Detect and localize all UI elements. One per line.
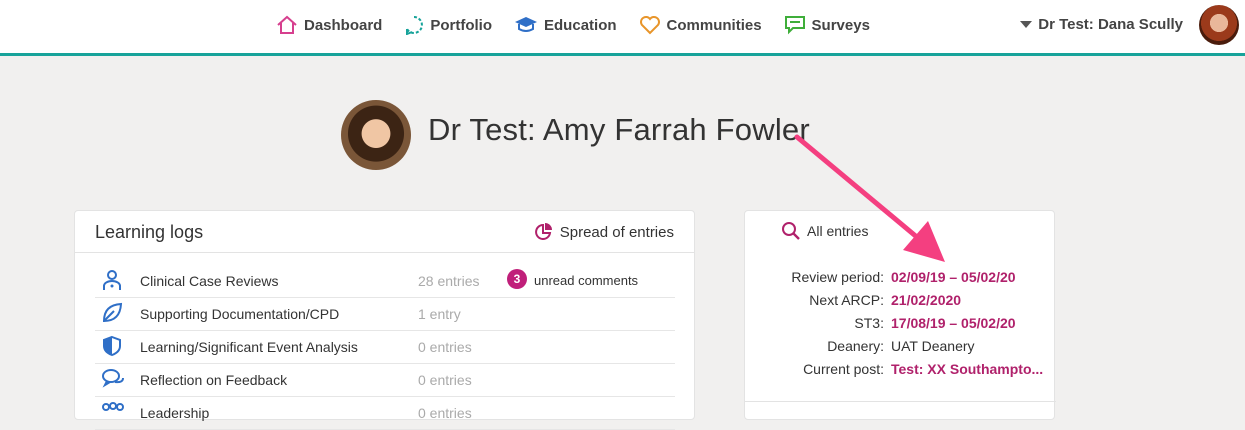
- log-count: 28 entries: [418, 273, 480, 289]
- info-key: Deanery:: [827, 338, 884, 354]
- log-label: Leadership: [140, 405, 210, 421]
- learning-logs-title: Learning logs: [95, 222, 204, 242]
- nav-education[interactable]: Education: [514, 16, 617, 34]
- deanery-row: Deanery: UAT Deanery: [745, 338, 1056, 356]
- top-navigation: Dashboard Portfolio Education Communitie…: [0, 0, 1245, 56]
- nav-education-label: Education: [544, 16, 617, 34]
- info-value[interactable]: 02/09/19 – 05/02/20: [891, 269, 1016, 285]
- main-nav: Dashboard Portfolio Education Communitie…: [276, 0, 892, 50]
- leaf-icon: [102, 302, 123, 323]
- spread-of-entries-button[interactable]: Spread of entries: [534, 222, 674, 242]
- doctor-icon: [103, 270, 121, 290]
- log-label: Learning/Significant Event Analysis: [140, 339, 358, 355]
- nav-dashboard-label: Dashboard: [304, 16, 383, 34]
- current-post-row: Current post: Test: XX Southampto...: [745, 361, 1056, 379]
- portfolio-info-card: All entries Review period: 02/09/19 – 05…: [744, 210, 1056, 420]
- st3-row: ST3: 17/08/19 – 05/02/20: [745, 315, 1056, 333]
- page-title: Dr Test: Amy Farrah Fowler: [428, 112, 810, 147]
- user-menu[interactable]: Dr Test: Dana Scully: [1020, 16, 1183, 33]
- nav-surveys-label: Surveys: [811, 16, 870, 34]
- log-count: 0 entries: [418, 372, 472, 388]
- log-label: Supporting Documentation/CPD: [140, 306, 340, 322]
- learning-logs-header: Learning logs Spread of entries: [75, 211, 694, 253]
- list-item[interactable]: Reflection on Feedback 0 entries: [95, 364, 675, 397]
- nav-dashboard[interactable]: Dashboard: [276, 15, 382, 35]
- user-avatar[interactable]: [1199, 5, 1239, 45]
- info-value[interactable]: Test: XX Southampto...: [891, 361, 1043, 377]
- list-item[interactable]: Learning/Significant Event Analysis 0 en…: [95, 331, 675, 364]
- all-entries-link[interactable]: All entries: [781, 221, 868, 241]
- learning-logs-list: Clinical Case Reviews 28 entries 3 unrea…: [95, 265, 675, 430]
- info-key: Review period:: [791, 269, 884, 285]
- chat-icon: [784, 16, 805, 35]
- info-value[interactable]: 21/02/2020: [891, 292, 961, 308]
- heart-icon: [639, 16, 660, 35]
- log-count: 1 entry: [418, 306, 461, 322]
- all-entries-label: All entries: [807, 223, 869, 239]
- list-item[interactable]: Supporting Documentation/CPD 1 entry: [95, 298, 675, 331]
- user-menu-label: Dr Test: Dana Scully: [1038, 16, 1183, 33]
- people-icon: [102, 402, 124, 411]
- home-icon: [277, 15, 297, 34]
- nav-portfolio-label: Portfolio: [430, 16, 493, 34]
- log-label: Clinical Case Reviews: [140, 273, 279, 289]
- nav-communities[interactable]: Communities: [639, 15, 762, 35]
- nav-portfolio[interactable]: Portfolio: [404, 15, 492, 35]
- divider: [745, 401, 1056, 402]
- log-count: 0 entries: [418, 339, 472, 355]
- unread-badge: 3: [507, 269, 527, 289]
- speech-bubbles-icon: [102, 369, 124, 388]
- next-arcp-row: Next ARCP: 21/02/2020: [745, 292, 1056, 310]
- spread-of-entries-label: Spread of entries: [559, 223, 674, 241]
- list-item[interactable]: Clinical Case Reviews 28 entries 3 unrea…: [95, 265, 675, 298]
- info-key: Next ARCP:: [809, 292, 884, 308]
- info-key: ST3:: [854, 315, 884, 331]
- review-period-row: Review period: 02/09/19 – 05/02/20: [745, 269, 1056, 287]
- list-item[interactable]: Leadership 0 entries: [95, 397, 675, 430]
- info-value[interactable]: 17/08/19 – 05/02/20: [891, 315, 1016, 331]
- caret-down-icon: [1020, 21, 1033, 28]
- learning-logs-card: Learning logs Spread of entries Clinical…: [74, 210, 695, 430]
- search-icon: [782, 222, 800, 240]
- portfolio-icon: [406, 16, 424, 35]
- info-key: Current post:: [803, 361, 884, 377]
- nav-communities-label: Communities: [666, 16, 762, 34]
- unread-badge-label: unread comments: [534, 273, 639, 288]
- pie-chart-icon: [534, 223, 552, 240]
- graduation-cap-icon: [515, 17, 538, 32]
- info-value: UAT Deanery: [891, 338, 975, 354]
- profile-avatar: [341, 100, 411, 170]
- log-label: Reflection on Feedback: [140, 372, 288, 388]
- nav-surveys[interactable]: Surveys: [784, 15, 870, 35]
- shield-icon: [103, 335, 121, 357]
- log-count: 0 entries: [418, 405, 472, 421]
